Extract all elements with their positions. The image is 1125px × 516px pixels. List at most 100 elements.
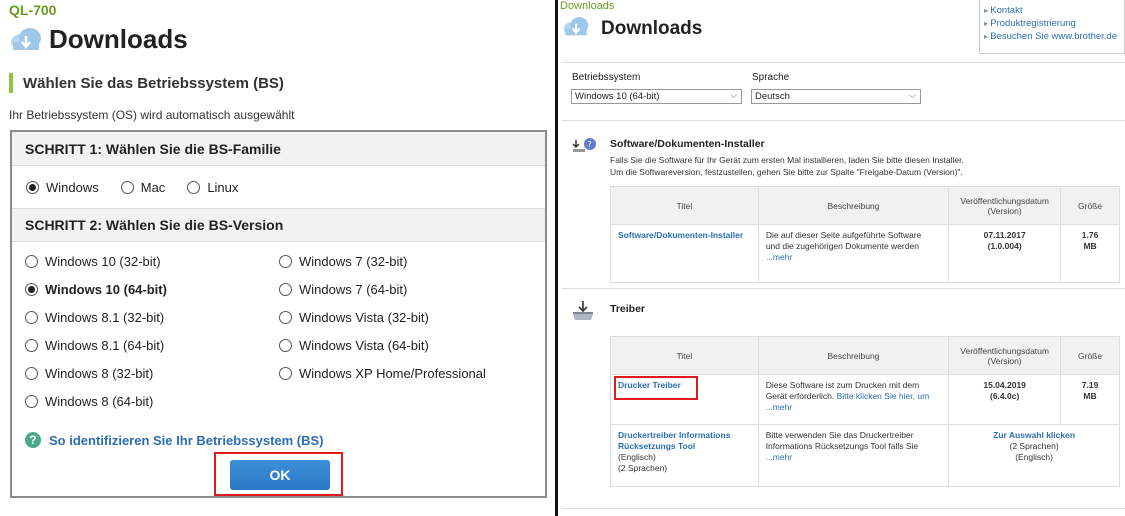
chevron-down-icon: ⌵ bbox=[909, 90, 916, 100]
family-option-linux[interactable]: Linux bbox=[187, 180, 238, 195]
table-header-row: Titel Beschreibung Veröffentlichungsdatu… bbox=[610, 336, 1120, 375]
radio-button[interactable] bbox=[279, 283, 292, 296]
size-value: 7.19 bbox=[1081, 380, 1099, 390]
version-option-win81-32[interactable]: Windows 8.1 (32-bit) bbox=[25, 310, 164, 325]
table-row: Druckertreiber Informations Rücksetzungs … bbox=[610, 424, 1120, 487]
os-family-group: Windows Mac Linux bbox=[12, 166, 545, 208]
step2-heading: SCHRITT 2: Wählen Sie die BS-Version bbox=[12, 208, 545, 242]
version-option-win8-32[interactable]: Windows 8 (32-bit) bbox=[25, 366, 153, 381]
version-label: Windows Vista (32-bit) bbox=[299, 310, 429, 325]
version-label: Windows 10 (32-bit) bbox=[45, 254, 161, 269]
product-registration-link[interactable]: Produktregistrierung bbox=[984, 17, 1124, 30]
radio-button[interactable] bbox=[120, 180, 134, 194]
radio-button[interactable] bbox=[25, 311, 38, 324]
installer-link[interactable]: Software/Dokumenten-Installer bbox=[618, 230, 743, 240]
os-heading-text: Wählen Sie das Betriebssystem (BS) bbox=[23, 74, 284, 92]
installer-icon: ? bbox=[572, 136, 598, 159]
identify-os-link[interactable]: ? So identifizieren Sie Ihr Betriebssyst… bbox=[25, 432, 324, 448]
version-option-win10-32[interactable]: Windows 10 (32-bit) bbox=[25, 254, 161, 269]
header-text: Veröffentlichungsdatum bbox=[960, 195, 1049, 206]
brother-website-link[interactable]: Besuchen Sie www.brother.de bbox=[984, 30, 1124, 43]
family-option-windows[interactable]: Windows bbox=[26, 180, 99, 195]
more-link[interactable]: ...mehr bbox=[766, 452, 792, 462]
version-label: Windows Vista (64-bit) bbox=[299, 338, 429, 353]
col-description: Beschreibung bbox=[757, 186, 950, 225]
installer-size-cell: 1.76 MB bbox=[1060, 224, 1120, 283]
downloads-heading: Downloads bbox=[562, 16, 702, 42]
driver-download-icon bbox=[571, 300, 595, 327]
accent-bar bbox=[9, 73, 13, 93]
ok-button[interactable]: OK bbox=[230, 460, 330, 490]
radio-button[interactable] bbox=[187, 180, 201, 194]
more-link[interactable]: ...mehr bbox=[766, 252, 792, 262]
col-title: Titel bbox=[610, 336, 759, 375]
radio-button[interactable] bbox=[25, 395, 38, 408]
radio-button[interactable] bbox=[25, 367, 38, 380]
version-option-win7-64[interactable]: Windows 7 (64-bit) bbox=[279, 282, 407, 297]
col-description: Beschreibung bbox=[757, 336, 950, 375]
desc-text: und die zugehörigen Dokumente werden bbox=[765, 241, 919, 251]
breadcrumb[interactable]: Downloads bbox=[560, 0, 614, 12]
top-links-box: Kontakt Produktregistrierung Besuchen Si… bbox=[979, 0, 1125, 54]
identify-os-text: So identifizieren Sie Ihr Betriebssystem… bbox=[49, 432, 324, 448]
version-option-xp[interactable]: Windows XP Home/Professional bbox=[279, 366, 486, 381]
cloud-download-icon bbox=[9, 27, 43, 53]
installer-table: Titel Beschreibung Veröffentlichungsdatu… bbox=[610, 186, 1120, 283]
os-section-heading: Wählen Sie das Betriebssystem (BS) bbox=[9, 72, 284, 94]
desc-text: Bitte verwenden Sie das Druckertreiber bbox=[765, 430, 914, 440]
header-text: (Version) bbox=[987, 355, 1022, 366]
installer-section-title: Software/Dokumenten-Installer bbox=[610, 138, 765, 150]
divider bbox=[562, 508, 1125, 509]
languages-count: (2 Sprachen) bbox=[618, 463, 668, 473]
step1-heading: SCHRITT 1: Wählen Sie die BS-Familie bbox=[12, 132, 545, 166]
radio-button[interactable] bbox=[279, 255, 292, 268]
version-label: Windows 8 (64-bit) bbox=[45, 394, 154, 409]
language-select-label: Sprache bbox=[752, 72, 790, 83]
version-option-vista-32[interactable]: Windows Vista (32-bit) bbox=[279, 310, 429, 325]
size-unit: MB bbox=[1083, 241, 1097, 251]
release-date: 15.04.2019 bbox=[983, 380, 1026, 390]
radio-button[interactable] bbox=[279, 367, 292, 380]
languages-count: (2 Sprachen) bbox=[1009, 441, 1059, 451]
desc-text: Die auf dieser Seite aufgeführte Softwar… bbox=[765, 230, 922, 240]
reset-tool-link[interactable]: Druckertreiber Informations Rücksetzungs … bbox=[618, 430, 730, 451]
radio-button[interactable] bbox=[25, 255, 38, 268]
os-step-box: SCHRITT 1: Wählen Sie die BS-Familie Win… bbox=[10, 130, 547, 498]
select-link[interactable]: Zur Auswahl klicken bbox=[993, 430, 1075, 440]
more-link[interactable]: ...mehr bbox=[766, 402, 792, 412]
version-option-win81-64[interactable]: Windows 8.1 (64-bit) bbox=[25, 338, 164, 353]
panel-divider bbox=[555, 0, 558, 516]
col-release-date: Veröffentlichungsdatum (Version) bbox=[948, 336, 1062, 375]
page-title: Downloads bbox=[49, 24, 188, 54]
help-icon: ? bbox=[25, 432, 41, 448]
version-option-vista-64[interactable]: Windows Vista (64-bit) bbox=[279, 338, 429, 353]
release-date: 07.11.2017 bbox=[983, 230, 1026, 240]
version-option-win10-64[interactable]: Windows 10 (64-bit) bbox=[25, 282, 167, 297]
reset-tool-select-cell: Zur Auswahl klicken (2 Sprachen) (Englisch… bbox=[948, 424, 1120, 487]
driver-size-cell: 7.19 MB bbox=[1060, 374, 1120, 425]
family-option-mac[interactable]: Mac bbox=[120, 180, 165, 195]
radio-button[interactable] bbox=[279, 311, 292, 324]
installer-date-cell: 07.11.2017 (1.0.004) bbox=[948, 224, 1062, 283]
contact-link[interactable]: Kontakt bbox=[984, 4, 1124, 17]
driver-table: Titel Beschreibung Veröffentlichungsdatu… bbox=[610, 336, 1120, 487]
chevron-down-icon: ⌵ bbox=[730, 90, 737, 100]
col-release-date: Veröffentlichungsdatum (Version) bbox=[948, 186, 1062, 225]
version: (1.0.004) bbox=[987, 241, 1022, 251]
language-select[interactable]: Deutsch ⌵ bbox=[751, 89, 921, 104]
link-text: Rücksetzungs Tool bbox=[618, 441, 696, 451]
driver-section-title: Treiber bbox=[610, 303, 646, 315]
radio-button[interactable] bbox=[25, 283, 38, 296]
radio-button[interactable] bbox=[26, 180, 39, 194]
radio-button[interactable] bbox=[279, 339, 292, 352]
size-value: 1.76 bbox=[1081, 230, 1099, 240]
reset-tool-name-cell: Druckertreiber Informations Rücksetzungs … bbox=[610, 424, 759, 487]
os-auto-note: Ihr Betriebssystem (OS) wird automatisch… bbox=[9, 108, 295, 122]
click-here-link[interactable]: Bitte klicken Sie hier, um bbox=[837, 391, 930, 401]
os-select[interactable]: Windows 10 (64-bit) ⌵ bbox=[571, 89, 742, 104]
version-label: Windows 8 (32-bit) bbox=[45, 366, 154, 381]
version-option-win8-64[interactable]: Windows 8 (64-bit) bbox=[25, 394, 153, 409]
radio-button[interactable] bbox=[25, 339, 38, 352]
version-option-win7-32[interactable]: Windows 7 (32-bit) bbox=[279, 254, 407, 269]
language-select-value: Deutsch bbox=[755, 91, 790, 102]
